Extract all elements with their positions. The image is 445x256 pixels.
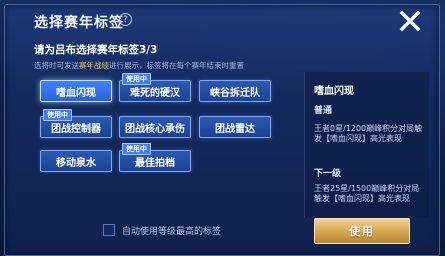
tag-label: 团战控制器 bbox=[51, 123, 101, 135]
tag-label: 峡谷拆迁队 bbox=[210, 87, 260, 99]
desc-text-post: 进行展示，标签将在每个赛年结束时重置 bbox=[109, 61, 244, 70]
detail-level-current: 普通 bbox=[314, 106, 333, 116]
tag-button[interactable]: 使用中团战控制器 bbox=[40, 109, 112, 138]
tag-button[interactable]: 团战核心承伤 bbox=[119, 116, 191, 138]
in-use-badge: 使用中 bbox=[122, 143, 151, 155]
dialog-description: 选将时可发送赛年战绩进行展示，标签将在每个赛年结束时重置 bbox=[34, 60, 244, 71]
tag-label: 嗜血闪现 bbox=[56, 87, 96, 99]
in-use-badge: 使用中 bbox=[43, 109, 72, 121]
tag-label: 移动泉水 bbox=[56, 157, 96, 169]
detail-level-next-text: 王者25星/1500巅峰积分对局触发【嗜血闪现】高光表现 bbox=[314, 184, 420, 203]
tag-button[interactable]: 团战雷达 bbox=[199, 116, 271, 138]
tag-label: 团战核心承伤 bbox=[125, 123, 185, 135]
tag-button[interactable]: 峡谷拆迁队 bbox=[199, 80, 271, 102]
tag-button[interactable]: 使用中最佳拍档 bbox=[119, 143, 191, 172]
tag-button[interactable]: 移动泉水 bbox=[40, 150, 112, 172]
question-circle-icon[interactable]: ? bbox=[119, 13, 132, 26]
tag-label: 团战雷达 bbox=[215, 123, 255, 135]
in-use-badge: 使用中 bbox=[122, 73, 151, 85]
detail-level-current-text: 王者0星/1200巅峰积分对局触发【嗜血闪现】高光表现 bbox=[314, 124, 423, 143]
use-button[interactable]: 使用 bbox=[314, 218, 410, 244]
auto-use-label: 自动使用等级最高的标签 bbox=[122, 227, 222, 237]
close-x-icon[interactable] bbox=[397, 8, 423, 34]
use-button-label: 使用 bbox=[349, 225, 375, 238]
tag-button[interactable]: 使用中难死的硬汉 bbox=[119, 73, 191, 102]
dialog-subtitle: 请为吕布选择赛年标签3/3 bbox=[34, 44, 158, 56]
desc-highlight: 赛年战绩 bbox=[79, 61, 109, 70]
detail-level-next: 下一级 bbox=[314, 169, 342, 179]
tag-label: 最佳拍档 bbox=[135, 157, 175, 169]
desc-text-pre: 选将时可发送 bbox=[34, 61, 79, 70]
auto-use-checkbox[interactable] bbox=[103, 224, 115, 236]
tag-button[interactable]: 嗜血闪现 bbox=[40, 80, 112, 102]
tag-label: 难死的硬汉 bbox=[130, 87, 180, 99]
dialog-title: 选择赛年标签 bbox=[34, 15, 124, 31]
detail-title: 嗜血闪现 bbox=[314, 86, 354, 97]
